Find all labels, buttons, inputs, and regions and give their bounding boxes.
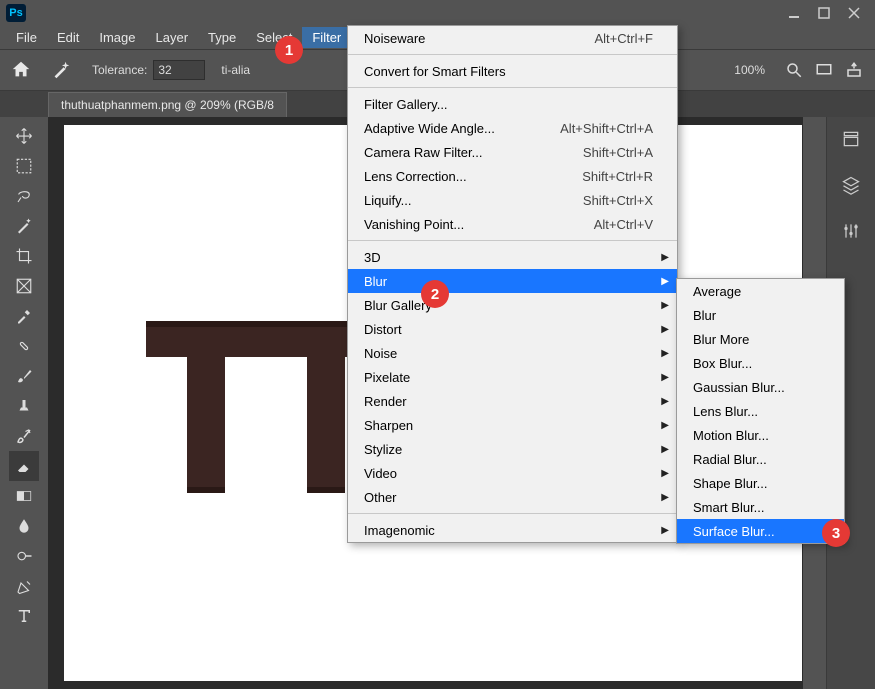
submenu-item-blur[interactable]: Blur <box>677 303 844 327</box>
marquee-tool-icon[interactable] <box>9 151 39 181</box>
menu-item-pixelate[interactable]: Pixelate▶ <box>348 365 677 389</box>
menu-item-noiseware[interactable]: Noiseware Alt+Ctrl+F <box>348 26 677 50</box>
home-icon[interactable] <box>10 59 32 81</box>
crop-tool-icon[interactable] <box>9 241 39 271</box>
frame-tool-icon[interactable] <box>9 271 39 301</box>
menu-item-adaptivewideangle[interactable]: Adaptive Wide Angle...Alt+Shift+Ctrl+A <box>348 116 677 140</box>
menu-item-stylize[interactable]: Stylize▶ <box>348 437 677 461</box>
menu-item-vanishingpoint[interactable]: Vanishing Point...Alt+Ctrl+V <box>348 212 677 236</box>
menu-item-blur[interactable]: Blur▶ <box>348 269 677 293</box>
tool-bar <box>0 117 49 689</box>
screenmode-icon[interactable] <box>813 59 835 81</box>
menu-item-render[interactable]: Render▶ <box>348 389 677 413</box>
menu-item-other[interactable]: Other▶ <box>348 485 677 509</box>
dodge-tool-icon[interactable] <box>9 541 39 571</box>
menu-item-camerarawfilter[interactable]: Camera Raw Filter...Shift+Ctrl+A <box>348 140 677 164</box>
pen-tool-icon[interactable] <box>9 571 39 601</box>
gradient-tool-icon[interactable] <box>9 481 39 511</box>
menu-separator <box>348 54 677 55</box>
menu-item-blurgallery[interactable]: Blur Gallery▶ <box>348 293 677 317</box>
app-badge: Ps <box>6 4 26 22</box>
menu-separator <box>348 513 677 514</box>
menu-edit[interactable]: Edit <box>47 27 89 48</box>
eraser-tool-icon[interactable] <box>9 451 39 481</box>
menu-filter[interactable]: Filter <box>302 27 351 48</box>
callout-1: 1 <box>275 36 303 64</box>
submenu-item-radialblur[interactable]: Radial Blur... <box>677 447 844 471</box>
libraries-icon[interactable] <box>837 125 865 153</box>
callout-2: 2 <box>421 280 449 308</box>
title-bar: Ps <box>0 0 875 25</box>
menu-item-lenscorrection[interactable]: Lens Correction...Shift+Ctrl+R <box>348 164 677 188</box>
magic-wand-icon[interactable] <box>50 59 72 81</box>
menu-item-liquify[interactable]: Liquify...Shift+Ctrl+X <box>348 188 677 212</box>
menu-item-3d[interactable]: 3D▶ <box>348 245 677 269</box>
tolerance-label: Tolerance: <box>92 63 147 77</box>
healing-tool-icon[interactable] <box>9 331 39 361</box>
blur-tool-icon[interactable] <box>9 511 39 541</box>
submenu-item-blurmore[interactable]: Blur More <box>677 327 844 351</box>
document-tab[interactable]: thuthuatphanmem.png @ 209% (RGB/8 <box>48 92 287 117</box>
menu-item-distort[interactable]: Distort▶ <box>348 317 677 341</box>
menu-item-filtergallery[interactable]: Filter Gallery... <box>348 92 677 116</box>
filter-menu: Noiseware Alt+Ctrl+F Convert for Smart F… <box>347 25 678 543</box>
menu-separator <box>348 87 677 88</box>
menu-item-noise[interactable]: Noise▶ <box>348 341 677 365</box>
submenu-item-shapeblur[interactable]: Shape Blur... <box>677 471 844 495</box>
submenu-item-average[interactable]: Average <box>677 279 844 303</box>
close-button[interactable] <box>839 2 869 24</box>
menu-layer[interactable]: Layer <box>146 27 199 48</box>
submenu-item-motionblur[interactable]: Motion Blur... <box>677 423 844 447</box>
search-icon[interactable] <box>783 59 805 81</box>
brush-tool-icon[interactable] <box>9 361 39 391</box>
history-brush-tool-icon[interactable] <box>9 421 39 451</box>
menu-item-smartfilters[interactable]: Convert for Smart Filters <box>348 59 677 83</box>
zoom-readout[interactable]: 100% <box>734 63 765 77</box>
type-tool-icon[interactable] <box>9 601 39 631</box>
antialias-fragment: ti-alia <box>221 63 250 77</box>
submenu-item-lensblur[interactable]: Lens Blur... <box>677 399 844 423</box>
minimize-button[interactable] <box>779 2 809 24</box>
eyedropper-tool-icon[interactable] <box>9 301 39 331</box>
submenu-item-boxblur[interactable]: Box Blur... <box>677 351 844 375</box>
adjustments-icon[interactable] <box>837 217 865 245</box>
blur-submenu: Average Blur Blur More Box Blur... Gauss… <box>676 278 845 544</box>
stamp-tool-icon[interactable] <box>9 391 39 421</box>
maximize-button[interactable] <box>809 2 839 24</box>
submenu-item-gaussianblur[interactable]: Gaussian Blur... <box>677 375 844 399</box>
menu-image[interactable]: Image <box>89 27 145 48</box>
menu-file[interactable]: File <box>6 27 47 48</box>
move-tool-icon[interactable] <box>9 121 39 151</box>
menu-separator <box>348 240 677 241</box>
layers-icon[interactable] <box>837 171 865 199</box>
callout-3: 3 <box>822 519 850 547</box>
menu-item-sharpen[interactable]: Sharpen▶ <box>348 413 677 437</box>
wand-tool-icon[interactable] <box>9 211 39 241</box>
menu-type[interactable]: Type <box>198 27 246 48</box>
tolerance-input[interactable]: 32 <box>153 60 205 80</box>
menu-item-imagenomic[interactable]: Imagenomic▶ <box>348 518 677 542</box>
lasso-tool-icon[interactable] <box>9 181 39 211</box>
submenu-item-surfaceblur[interactable]: Surface Blur... <box>677 519 844 543</box>
handoff-icon[interactable] <box>843 59 865 81</box>
submenu-item-smartblur[interactable]: Smart Blur... <box>677 495 844 519</box>
menu-item-video[interactable]: Video▶ <box>348 461 677 485</box>
